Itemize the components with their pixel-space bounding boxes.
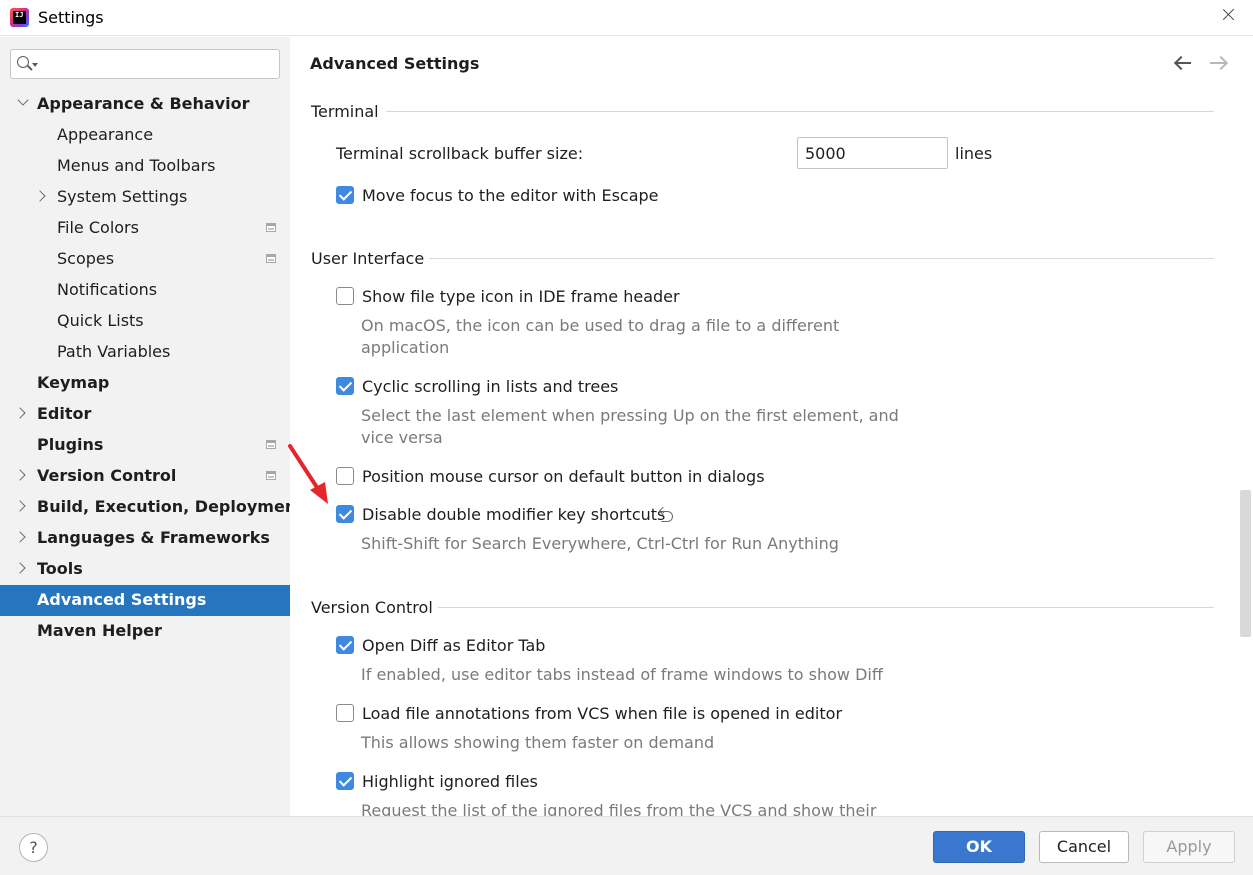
scrollback-unit-label: lines [955,144,993,163]
highlight-ignored-description: Request the list of the ignored files fr… [361,801,877,816]
double-modifier-checkbox[interactable] [336,505,354,523]
page-title: Advanced Settings [310,54,480,73]
double-modifier-label[interactable]: Disable double modifier key shortcuts [362,505,665,524]
sidebar-item-languages-frameworks[interactable]: Languages & Frameworks [0,523,290,554]
show-file-icon-label[interactable]: Show file type icon in IDE frame header [362,287,680,306]
annotation-arrow-icon [288,444,328,504]
window-title: Settings [38,8,104,27]
apply-button[interactable]: Apply [1143,831,1235,863]
open-diff-checkbox[interactable] [336,636,354,654]
project-level-icon [266,223,276,232]
sidebar-item-scopes[interactable]: Scopes [0,244,290,275]
sidebar-item-keymap[interactable]: Keymap [0,368,290,399]
highlight-ignored-checkbox[interactable] [336,772,354,790]
sidebar-item-appearance-behavior[interactable]: Appearance & Behavior [0,89,290,120]
dialog-footer: ? OK Cancel Apply [0,816,1253,875]
search-input[interactable] [45,53,273,75]
open-diff-description: If enabled, use editor tabs instead of f… [361,665,883,684]
move-focus-checkbox[interactable] [336,186,354,204]
sidebar-item-quick-lists[interactable]: Quick Lists [0,306,290,337]
chevron-right-icon[interactable] [14,469,26,481]
sidebar-item-system-settings[interactable]: System Settings [0,182,290,213]
app-logo-icon: IJ [10,8,29,27]
sidebar-item-appearance[interactable]: Appearance [0,120,290,151]
title-bar: IJ Settings [0,0,1253,36]
cyclic-scrolling-description: Select the last element when pressing Up… [361,406,899,447]
chevron-right-icon[interactable] [14,531,26,543]
sidebar-item-build-execution-deployment[interactable]: Build, Execution, Deployment [0,492,304,523]
reset-icon[interactable] [659,507,675,523]
show-file-icon-checkbox[interactable] [336,287,354,305]
show-file-icon-description: On macOS, the icon can be used to drag a… [361,316,840,357]
settings-sidebar: Appearance & Behavior Appearance Menus a… [0,37,304,816]
load-annotations-description: This allows showing them faster on deman… [361,733,715,752]
forward-arrow-icon[interactable] [1208,53,1228,73]
load-annotations-checkbox[interactable] [336,704,354,722]
search-history-chevron-icon[interactable] [32,63,38,67]
double-modifier-description: Shift-Shift for Search Everywhere, Ctrl-… [361,534,839,553]
cyclic-scrolling-checkbox[interactable] [336,377,354,395]
section-title-terminal: Terminal [311,102,379,121]
sidebar-item-plugins[interactable]: Plugins [0,430,290,461]
back-arrow-icon[interactable] [1173,53,1193,73]
chevron-right-icon[interactable] [14,407,26,419]
load-annotations-label[interactable]: Load file annotations from VCS when file… [362,704,842,723]
section-title-user-interface: User Interface [311,249,425,268]
mouse-cursor-checkbox[interactable] [336,467,354,485]
mouse-cursor-label[interactable]: Position mouse cursor on default button … [362,467,765,486]
project-level-icon [266,471,276,480]
chevron-right-icon[interactable] [14,500,26,512]
ok-button[interactable]: OK [933,831,1025,863]
close-icon[interactable] [1220,6,1238,24]
sidebar-item-file-colors[interactable]: File Colors [0,213,290,244]
search-field[interactable] [10,49,280,79]
chevron-right-icon[interactable] [14,562,26,574]
sidebar-item-maven-helper[interactable]: Maven Helper [0,616,290,647]
scrollback-label: Terminal scrollback buffer size: [336,144,584,163]
sidebar-item-editor[interactable]: Editor [0,399,290,430]
sidebar-item-tools[interactable]: Tools [0,554,290,585]
project-level-icon [266,254,276,263]
cancel-button[interactable]: Cancel [1039,831,1129,863]
sidebar-item-path-variables[interactable]: Path Variables [0,337,290,368]
search-icon[interactable] [17,56,29,68]
section-divider [429,258,1214,259]
sidebar-item-menus-toolbars[interactable]: Menus and Toolbars [0,151,290,182]
scrollback-size-input[interactable] [797,137,948,169]
section-divider [438,607,1214,608]
project-level-icon [266,440,276,449]
highlight-ignored-label[interactable]: Highlight ignored files [362,772,538,791]
section-divider [386,111,1214,112]
sidebar-item-notifications[interactable]: Notifications [0,275,290,306]
move-focus-label[interactable]: Move focus to the editor with Escape [362,186,659,205]
sidebar-item-version-control[interactable]: Version Control [0,461,290,492]
cyclic-scrolling-label[interactable]: Cyclic scrolling in lists and trees [362,377,618,396]
chevron-right-icon[interactable] [34,190,46,202]
open-diff-label[interactable]: Open Diff as Editor Tab [362,636,545,655]
scrollbar-thumb[interactable] [1240,490,1251,637]
section-title-version-control: Version Control [311,598,433,617]
chevron-down-icon[interactable] [17,94,29,106]
settings-content: Advanced Settings Terminal Terminal scro… [290,37,1253,816]
help-button[interactable]: ? [19,833,48,862]
sidebar-item-advanced-settings[interactable]: Advanced Settings [0,585,290,616]
